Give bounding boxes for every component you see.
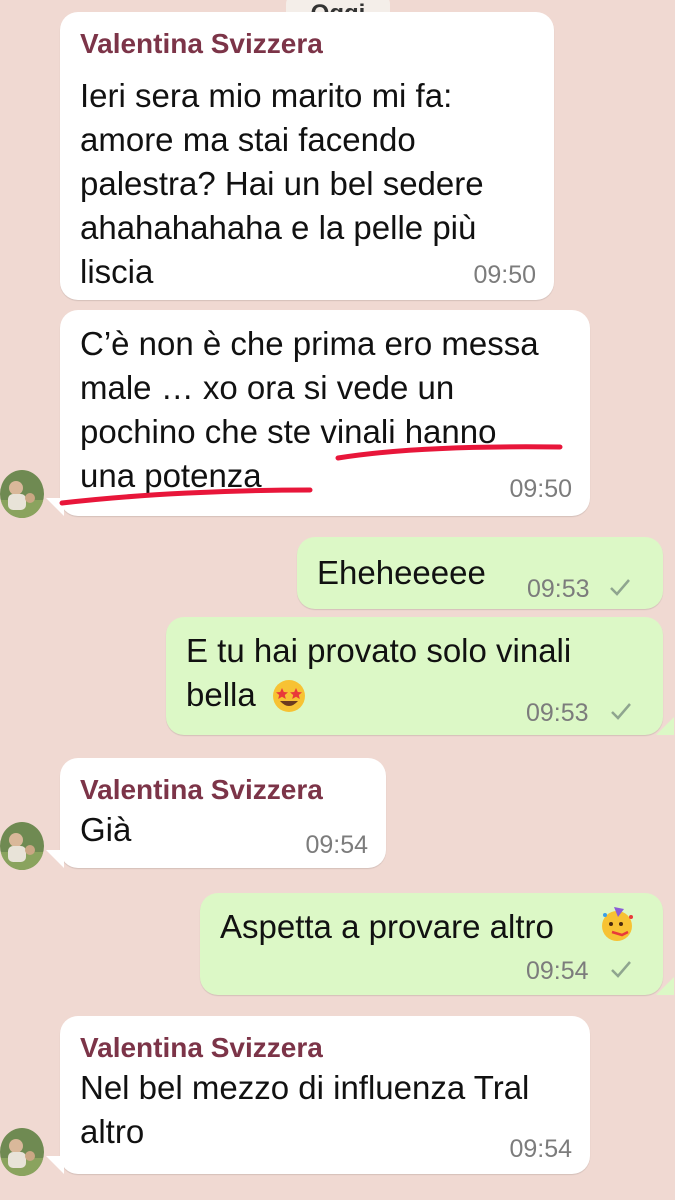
message-line: Aspetta a provare altro [220, 908, 554, 945]
partying-face-emoji-icon [602, 907, 633, 941]
sent-check-icon [611, 703, 631, 720]
sent-check-icon [611, 961, 631, 978]
incoming-message-bubble[interactable]: Valentina Svizzera Nel bel mezzo di infl… [60, 1016, 590, 1174]
message-line: Già [80, 811, 132, 848]
bubble-tail [656, 717, 674, 735]
message-time: 09:54 [305, 831, 368, 859]
message-line: Nel bel mezzo di influenza Tral [80, 1069, 530, 1106]
message-time: 09:53 [527, 575, 590, 603]
message-time: 09:53 [526, 699, 589, 727]
bubble-tail [46, 1156, 64, 1174]
message-line: Eheheeeee [317, 554, 486, 591]
bubble-tail [656, 977, 674, 995]
message-time: 09:54 [526, 957, 589, 985]
red-underline-annotation [59, 444, 563, 506]
sent-check-icon [610, 579, 630, 596]
star-struck-emoji-icon [273, 680, 305, 712]
message-time: 09:54 [509, 1135, 572, 1163]
contact-avatar[interactable] [0, 470, 44, 518]
message-line: E tu hai provato solo vinali [186, 632, 572, 669]
avatar-photo-icon [0, 470, 44, 518]
bubble-tail [46, 850, 64, 868]
sender-name[interactable]: Valentina Svizzera [80, 1032, 323, 1064]
contact-avatar[interactable] [0, 1128, 44, 1176]
message-line: altro [80, 1113, 145, 1150]
outgoing-message-bubble[interactable]: Eheheeeee 09:53 [297, 537, 663, 609]
avatar-photo-icon [0, 822, 44, 870]
incoming-message-bubble[interactable]: Valentina Svizzera Già 09:54 [60, 758, 386, 868]
contact-avatar[interactable] [0, 822, 44, 870]
outgoing-message-bubble[interactable]: Aspetta a provare altro 09:54 [200, 893, 663, 995]
avatar-photo-icon [0, 1128, 44, 1176]
sender-name[interactable]: Valentina Svizzera [80, 774, 323, 806]
outgoing-message-bubble[interactable]: E tu hai provato solo vinali bella 09:53 [166, 617, 663, 735]
message-line: bella [186, 676, 256, 713]
